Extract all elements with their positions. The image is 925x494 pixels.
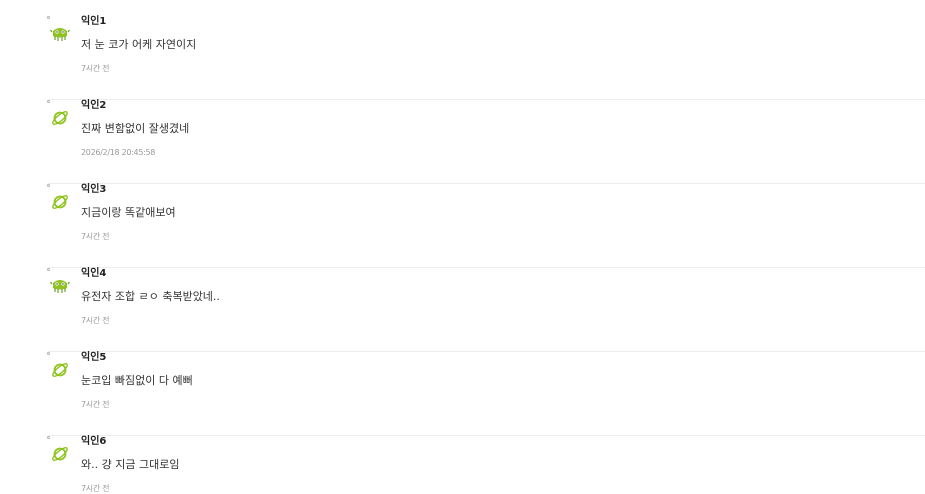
- comment-time: 2026/2/18 20:45:58: [81, 148, 156, 157]
- comment-text: 진짜 변함없이 잘생겼네: [81, 122, 190, 135]
- comment-item: 익인1 저 눈 코가 어케 자연이지 7시간 전: [0, 16, 925, 100]
- comment-time: 7시간 전: [81, 232, 110, 241]
- planet-icon: [52, 195, 68, 209]
- comment-nickname[interactable]: 익인3: [81, 183, 106, 197]
- comment-nickname[interactable]: 익인2: [81, 99, 106, 113]
- bullet-dot: [47, 268, 50, 271]
- comment-text: 눈코입 빠짐없이 다 예뻐: [81, 374, 193, 387]
- comment-text: 저 눈 코가 어케 자연이지: [81, 38, 197, 51]
- planet-icon: [52, 447, 68, 461]
- bullet-dot: [47, 184, 50, 187]
- comment-item: 익인2 진짜 변함없이 잘생겼네 2026/2/18 20:45:58: [0, 100, 925, 184]
- bullet-dot: [47, 352, 50, 355]
- comment-time: 7시간 전: [81, 316, 110, 325]
- comment-item: 익인3 지금이랑 똑같애보여 7시간 전: [0, 184, 925, 268]
- comment-item: 익인4 유전자 조합 ㄹㅇ 축복받았네.. 7시간 전: [0, 268, 925, 352]
- comment-nickname[interactable]: 익인6: [81, 435, 106, 449]
- comment-time: 7시간 전: [81, 400, 110, 409]
- bullet-dot: [47, 436, 50, 439]
- comment-nickname[interactable]: 익인1: [81, 15, 106, 29]
- monster-icon: [50, 28, 70, 41]
- comment-text: 와.. 걍 지금 그대로임: [81, 458, 180, 471]
- comment-time: 7시간 전: [81, 64, 110, 73]
- comment-item: 익인6 와.. 걍 지금 그대로임 7시간 전: [0, 436, 925, 494]
- comment-nickname[interactable]: 익인5: [81, 351, 106, 365]
- planet-icon: [52, 363, 68, 377]
- comment-text: 지금이랑 똑같애보여: [81, 206, 176, 219]
- comment-item: 익인5 눈코입 빠짐없이 다 예뻐 7시간 전: [0, 352, 925, 436]
- comment-time: 7시간 전: [81, 484, 110, 493]
- monster-icon: [50, 280, 70, 293]
- bullet-dot: [47, 16, 50, 19]
- comment-nickname[interactable]: 익인4: [81, 267, 106, 281]
- bullet-dot: [47, 100, 50, 103]
- comment-text: 유전자 조합 ㄹㅇ 축복받았네..: [81, 290, 220, 303]
- planet-icon: [52, 111, 68, 125]
- comment-list: 익인1 저 눈 코가 어케 자연이지 7시간 전 익인2 진짜 변함없이 잘생겼…: [0, 0, 925, 494]
